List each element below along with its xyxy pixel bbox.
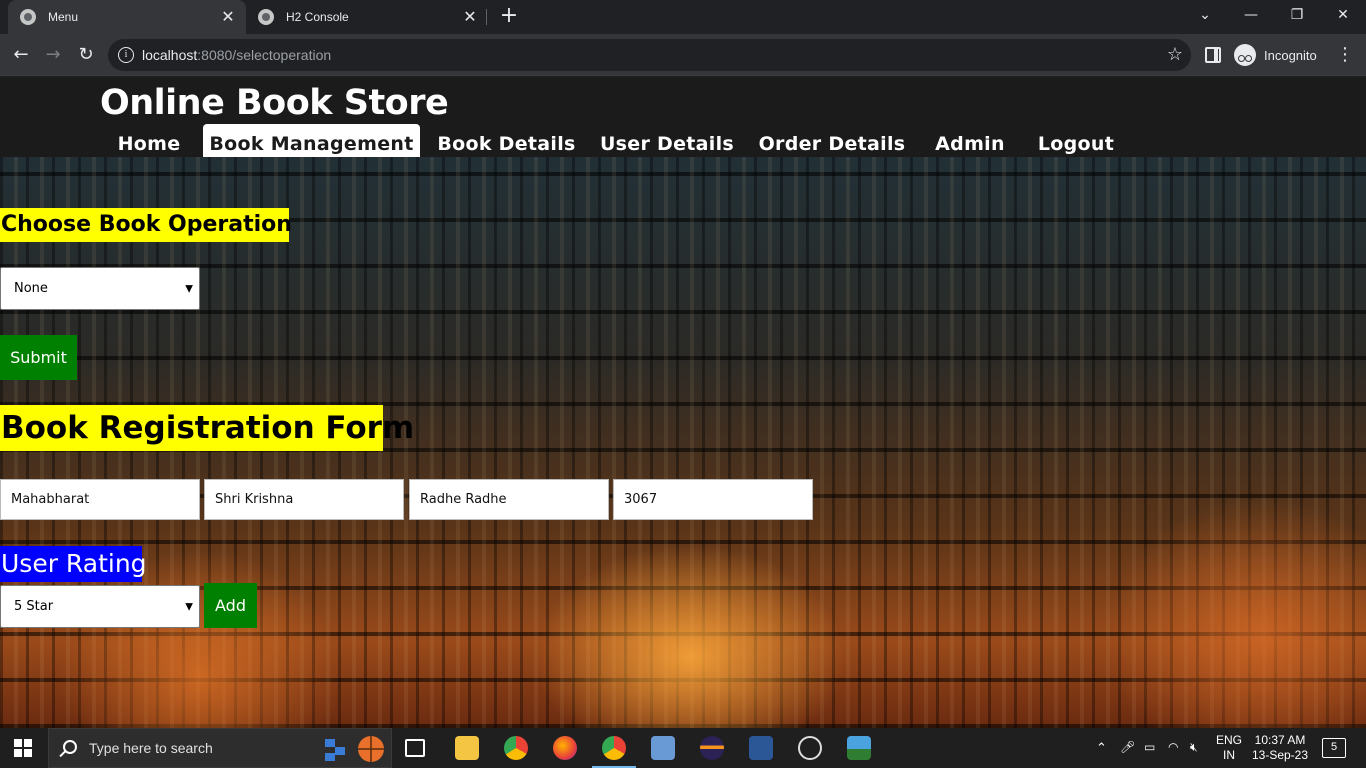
url-host: localhost <box>142 47 198 63</box>
word-icon[interactable] <box>749 736 773 760</box>
browser-tab-strip: Menu ✕ H2 Console ✕ + ⌄ — ❐ ✕ <box>0 0 1366 34</box>
price-input[interactable]: 3067 <box>613 479 813 520</box>
incognito-profile[interactable]: Incognito <box>1234 42 1317 68</box>
reload-icon[interactable]: ↻ <box>73 42 99 68</box>
notification-count: 5 <box>1330 741 1338 753</box>
new-tab-button[interactable]: + <box>498 5 520 27</box>
tab-menu[interactable]: Menu ✕ <box>8 0 246 34</box>
search-placeholder: Type here to search <box>89 740 213 756</box>
site-header: Online Book Store Home Book Management B… <box>0 77 1366 164</box>
book-name-input[interactable]: Mahabharat <box>0 479 200 520</box>
publisher-input[interactable]: Radhe Radhe <box>409 479 609 520</box>
chevron-down-icon: ▼ <box>185 283 193 294</box>
restore-button[interactable]: ❐ <box>1274 0 1320 30</box>
forward-arrow-icon[interactable]: → <box>40 42 66 68</box>
url-path: :8080/selectoperation <box>197 47 332 63</box>
globe-icon <box>20 9 36 25</box>
author-input[interactable]: Shri Krishna <box>204 479 404 520</box>
rating-selected-value: 5 Star <box>14 599 54 614</box>
incognito-icon <box>1234 44 1256 66</box>
taskbar-search-box[interactable]: Type here to search <box>48 728 392 768</box>
profile-label: Incognito <box>1264 47 1317 63</box>
eclipse-icon[interactable] <box>700 736 724 760</box>
windows-start-icon[interactable] <box>14 739 32 757</box>
language-top: ENG <box>1215 733 1242 747</box>
language-bottom: IN <box>1223 748 1235 762</box>
tab-separator <box>486 9 487 25</box>
task-view-icon[interactable] <box>405 739 425 757</box>
photos-icon[interactable] <box>847 736 871 760</box>
close-window-button[interactable]: ✕ <box>1320 0 1366 30</box>
rating-select[interactable]: 5 Star ▼ <box>0 585 200 628</box>
microphone-icon[interactable]: 🎤︎ <box>1120 740 1135 755</box>
add-button[interactable]: Add <box>204 583 257 628</box>
browser-toolbar: ← → ↻ i localhost:8080/selectoperation ☆… <box>0 34 1366 76</box>
site-info-icon[interactable]: i <box>118 47 134 63</box>
close-tab-icon[interactable]: ✕ <box>460 7 480 27</box>
search-icon <box>63 740 77 754</box>
minimize-button[interactable]: — <box>1228 0 1274 30</box>
tab-label: H2 Console <box>286 10 349 24</box>
clock[interactable]: 10:37 AM 13-Sep-23 <box>1250 733 1310 763</box>
clock-date: 13-Sep-23 <box>1251 748 1309 762</box>
close-tab-icon[interactable]: ✕ <box>218 7 238 27</box>
battery-icon[interactable]: ▭ <box>1144 740 1155 755</box>
user-rating-heading: User Rating <box>0 546 147 582</box>
chrome-icon[interactable] <box>504 736 528 760</box>
menu-kebab-icon[interactable]: ⋮ <box>1335 42 1355 68</box>
submit-button[interactable]: Submit <box>0 335 77 380</box>
language-indicator[interactable]: ENG IN <box>1212 733 1246 763</box>
back-arrow-icon[interactable]: ← <box>8 42 34 68</box>
choose-operation-heading: Choose Book Operation <box>0 208 292 242</box>
address-bar[interactable]: i localhost:8080/selectoperation ☆ <box>108 39 1191 71</box>
tab-h2-console[interactable]: H2 Console ✕ <box>246 0 488 34</box>
web-page: Online Book Store Home Book Management B… <box>0 77 1366 728</box>
bookmark-star-icon[interactable]: ☆ <box>1167 44 1183 65</box>
side-panel-icon[interactable] <box>1205 47 1221 63</box>
file-explorer-icon[interactable] <box>455 736 479 760</box>
firefox-icon[interactable] <box>553 736 577 760</box>
registration-form-heading: Book Registration Form <box>0 405 414 451</box>
chrome-incognito-icon[interactable] <box>592 736 636 768</box>
volume-muted-icon[interactable]: 🔇︎ <box>1190 740 1198 755</box>
clock-time: 10:37 AM <box>1254 733 1306 747</box>
tab-search-chevron-icon[interactable]: ⌄ <box>1182 0 1228 30</box>
operation-selected-value: None <box>14 281 48 296</box>
notifications-icon[interactable]: 5 <box>1322 738 1346 758</box>
tray-chevron-up-icon[interactable]: ⌃ <box>1096 740 1107 755</box>
url-text[interactable]: localhost:8080/selectoperation <box>142 47 331 63</box>
globe-icon <box>258 9 274 25</box>
network-app-icon[interactable] <box>651 736 675 760</box>
windows-taskbar: Type here to search ⌃ 🎤︎ ▭ ◠ 🔇︎ ENG IN 1… <box>0 728 1366 768</box>
operation-select[interactable]: None ▼ <box>0 267 200 310</box>
search-highlight-widget[interactable] <box>323 733 387 765</box>
tab-label: Menu <box>48 10 79 24</box>
obs-icon[interactable] <box>798 736 822 760</box>
wifi-icon[interactable]: ◠ <box>1168 740 1178 755</box>
chevron-down-icon: ▼ <box>185 601 193 612</box>
site-title: Online Book Store <box>100 83 449 123</box>
